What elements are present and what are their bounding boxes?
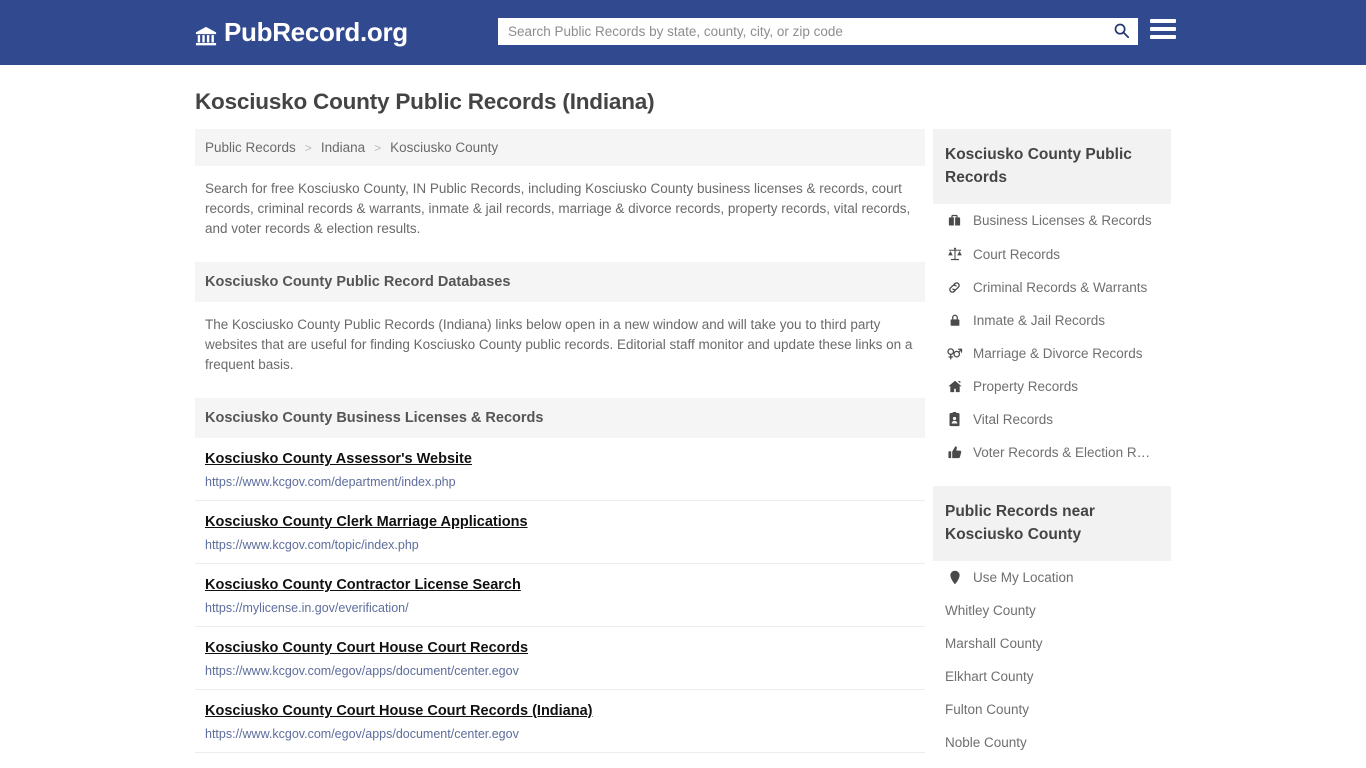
record-link-url: https://www.kcgov.com/egov/apps/document… [205,664,519,678]
site-logo[interactable]: PubRecord.org [195,17,408,48]
sidebar-item-marriage-divorce-records[interactable]: Marriage & Divorce Records [933,337,1171,370]
breadcrumb-separator: > [304,140,312,155]
sidebar-item-label: Marshall County [945,636,1043,651]
record-link-title[interactable]: Kosciusko County Contractor License Sear… [205,577,521,593]
sidebar-heading-nearby: Public Records near Kosciusko County [933,486,1171,561]
see-all-row: See all Kosciusko County Business Licens… [195,753,925,768]
sidebar-nearby-block: Public Records near Kosciusko County Use… [933,486,1171,759]
sidebar-nearby-list: Use My Location Whitley County Marshall … [933,561,1171,759]
record-link-title[interactable]: Kosciusko County Court House Court Recor… [205,640,528,656]
sidebar-records-list: Business Licenses & Records Court Record… [933,204,1171,469]
search-input[interactable] [498,19,1104,44]
hamburger-bar [1150,19,1176,23]
sidebar-item-property-records[interactable]: Property Records [933,370,1171,403]
page-title: Kosciusko County Public Records (Indiana… [195,89,655,114]
record-link-url: https://www.kcgov.com/egov/apps/document… [205,727,519,741]
sidebar-item-noble-county[interactable]: Noble County [933,726,1171,759]
site-logo-text: PubRecord.org [224,17,408,47]
venus-mars-icon [945,346,964,361]
id-badge-icon [945,412,964,427]
sidebar-item-label: Fulton County [945,702,1030,717]
databases-paragraph: The Kosciusko County Public Records (Ind… [205,317,913,372]
sidebar-item-label: Criminal Records & Warrants [973,280,1148,295]
sidebar-item-voter-records[interactable]: Voter Records & Election R… [933,436,1171,469]
breadcrumb-separator: > [374,140,382,155]
section-header-business-licenses: Kosciusko County Business Licenses & Rec… [195,398,925,438]
link-row: Kosciusko County Assessor's Website http… [195,438,925,501]
sidebar-item-label: Inmate & Jail Records [973,313,1106,328]
main-content: Public Records > Indiana > Kosciusko Cou… [195,129,925,768]
sidebar-item-fulton-county[interactable]: Fulton County [933,693,1171,726]
breadcrumb-item-kosciusko-county[interactable]: Kosciusko County [390,140,498,155]
record-link-title[interactable]: Kosciusko County Clerk Marriage Applicat… [205,514,528,530]
sidebar-item-inmate-jail-records[interactable]: Inmate & Jail Records [933,304,1171,337]
link-row: Kosciusko County Clerk Marriage Applicat… [195,501,925,564]
link-row: Kosciusko County Court House Court Recor… [195,627,925,690]
sidebar-item-label: Elkhart County [945,669,1034,684]
bank-icon [195,23,217,45]
link-row: Kosciusko County Court House Court Recor… [195,690,925,753]
record-link-title[interactable]: Kosciusko County Assessor's Website [205,451,472,467]
sidebar-item-whitley-county[interactable]: Whitley County [933,594,1171,627]
sidebar-item-label: Voter Records & Election R… [973,445,1151,460]
breadcrumb: Public Records > Indiana > Kosciusko Cou… [195,129,925,166]
intro-paragraph: Search for free Kosciusko County, IN Pub… [205,181,911,236]
sidebar-item-label: Vital Records [973,412,1054,427]
sidebar-item-label: Property Records [973,379,1079,394]
sidebar-item-marshall-county[interactable]: Marshall County [933,627,1171,660]
sidebar-item-label: Whitley County [945,603,1036,618]
sidebar-item-label: Business Licenses & Records [973,213,1152,228]
sidebar-heading-records: Kosciusko County Public Records [933,129,1171,204]
map-marker-icon [945,570,964,585]
record-link-url: https://www.kcgov.com/topic/index.php [205,538,419,552]
sidebar-item-label: Court Records [973,246,1061,262]
hamburger-menu-icon[interactable] [1150,19,1176,39]
lock-icon [945,313,964,328]
sidebar-item-label: Noble County [945,735,1027,750]
sidebar-item-court-records[interactable]: Court Records [933,237,1171,271]
site-header: PubRecord.org [0,0,1366,65]
breadcrumb-item-public-records[interactable]: Public Records [205,140,296,155]
search-icon [1113,22,1130,42]
briefcase-icon [945,213,964,228]
record-link-title[interactable]: Kosciusko County Court House Court Recor… [205,703,593,719]
record-link-url: https://www.kcgov.com/department/index.p… [205,475,456,489]
record-link-url: https://mylicense.in.gov/everification/ [205,601,409,615]
link-chain-icon [945,280,964,295]
balance-scale-icon [945,246,964,262]
sidebar-item-criminal-records[interactable]: Criminal Records & Warrants [933,271,1171,304]
search-bar [498,18,1138,45]
sidebar-item-business-licenses[interactable]: Business Licenses & Records [933,204,1171,237]
hamburger-bar [1150,35,1176,39]
page-body: Kosciusko County Public Records (Indiana… [0,89,1366,768]
breadcrumb-item-indiana[interactable]: Indiana [321,140,365,155]
sidebar-item-use-my-location[interactable]: Use My Location [933,561,1171,594]
home-icon [945,379,964,394]
hamburger-bar [1150,27,1176,31]
sidebar: Kosciusko County Public Records Business… [933,129,1171,759]
content-columns: Public Records > Indiana > Kosciusko Cou… [195,129,1171,768]
sidebar-item-vital-records[interactable]: Vital Records [933,403,1171,436]
sidebar-item-label: Use My Location [973,570,1074,585]
section-header-databases: Kosciusko County Public Record Databases [195,262,925,302]
sidebar-item-label: Marriage & Divorce Records [973,346,1143,361]
search-button[interactable] [1104,19,1138,44]
link-row: Kosciusko County Contractor License Sear… [195,564,925,627]
sidebar-item-elkhart-county[interactable]: Elkhart County [933,660,1171,693]
thumbs-up-icon [945,445,964,460]
